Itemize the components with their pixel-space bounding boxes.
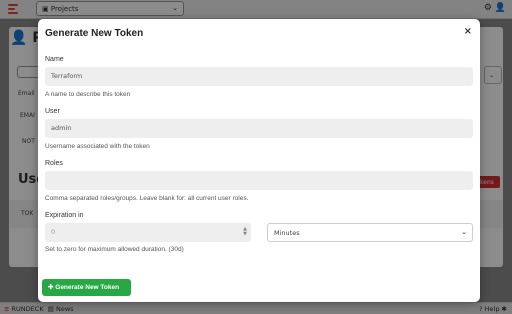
generate-token-modal: Generate New Token × Name Terraform A na… <box>38 19 480 302</box>
user-input[interactable]: admin <box>45 119 473 138</box>
expiration-value: 0 <box>51 228 56 236</box>
roles-input[interactable] <box>45 171 473 190</box>
user-label: User <box>45 108 60 115</box>
generate-token-button[interactable]: ✚ Generate New Token <box>42 279 131 296</box>
close-icon[interactable]: × <box>464 26 472 37</box>
expiration-unit-value: Minutes <box>274 229 300 237</box>
name-label: Name <box>45 56 64 63</box>
name-input[interactable]: Terraform <box>45 67 473 86</box>
expiration-unit-select[interactable]: Minutes ⌄ <box>267 223 473 242</box>
chevron-down-icon: ⌄ <box>461 228 467 236</box>
expiration-label: Expiration in <box>45 212 84 219</box>
roles-label: Roles <box>45 160 63 167</box>
user-help: Username associated with the token <box>45 143 150 150</box>
name-help: A name to describe this token <box>45 91 131 98</box>
generate-token-button-label: Generate New Token <box>55 284 120 291</box>
expiration-input[interactable]: 0 ▲ ▼ <box>45 223 251 242</box>
roles-help: Comma separated roles/groups. Leave blan… <box>45 195 249 202</box>
spinner-icon[interactable]: ▲ ▼ <box>243 227 247 237</box>
modal-title: Generate New Token <box>45 28 144 39</box>
expiration-help: Set to zero for maximum allowed duration… <box>45 246 184 253</box>
